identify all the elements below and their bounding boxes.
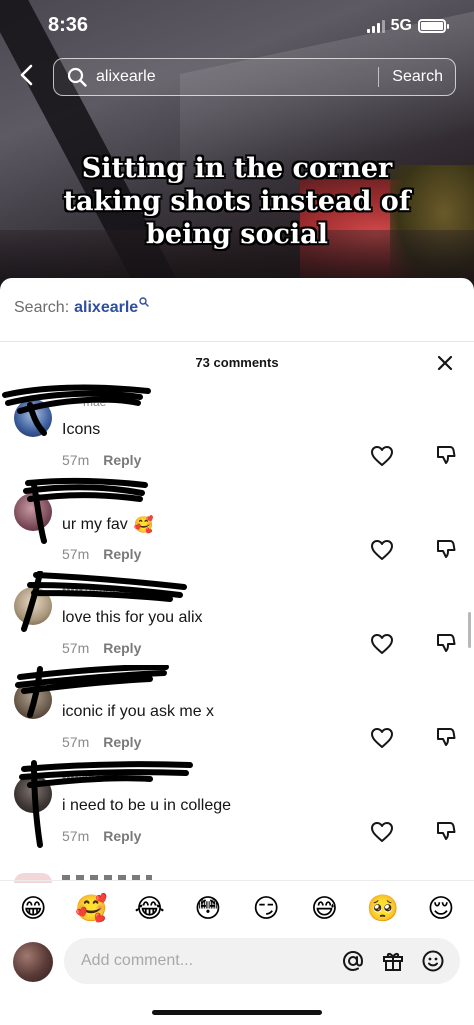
emoji-icon[interactable] — [420, 948, 446, 974]
avatar[interactable] — [13, 942, 53, 982]
comment-username[interactable]: •••••mae — [62, 395, 172, 409]
emoji-sweat-smile[interactable]: 😅 — [304, 894, 344, 924]
comment-body: i need to be u in college — [62, 797, 232, 814]
avatar[interactable] — [14, 587, 52, 625]
comment-time: 57m — [62, 452, 90, 468]
avatar[interactable] — [14, 775, 52, 813]
avatar[interactable] — [14, 493, 52, 531]
search-bar[interactable]: alixearle Search — [53, 58, 456, 96]
close-icon[interactable] — [436, 354, 454, 372]
reply-button[interactable]: Reply — [103, 734, 141, 750]
search-query[interactable]: alixearle — [96, 68, 378, 86]
comment-time: 57m — [62, 546, 90, 562]
comment-body: ur my fav — [62, 516, 128, 533]
emoji-smirk[interactable]: 😏 — [246, 894, 286, 924]
thumbs-down-icon[interactable] — [435, 820, 457, 842]
comments-count: 73 comments — [195, 355, 279, 370]
thumbs-down-icon[interactable] — [435, 632, 457, 654]
status-time: 8:36 — [48, 14, 89, 36]
reply-button[interactable]: Reply — [103, 546, 141, 562]
comments-list[interactable]: •••••mae Icons 57m Reply ••••• ur my fav — [0, 383, 474, 878]
thumbs-down-icon[interactable] — [435, 444, 457, 466]
comment-emoji: 🥰 — [133, 517, 154, 534]
thumbs-down-icon[interactable] — [435, 538, 457, 560]
comment-meta: 57m Reply — [62, 452, 141, 468]
status-indicators: 5G — [366, 17, 449, 35]
comment-body: Icons — [62, 421, 101, 438]
comment-username[interactable]: •••••zemder — [62, 583, 172, 597]
comment-item: ••••• ur my fav 🥰 57m Reply — [0, 477, 474, 571]
avatar[interactable] — [14, 681, 52, 719]
heart-icon[interactable] — [370, 539, 394, 561]
comment-input[interactable]: Add comment... — [64, 938, 460, 984]
related-search[interactable]: Search: alixearle — [14, 297, 149, 317]
reply-button[interactable]: Reply — [103, 452, 141, 468]
emoji-flushed[interactable]: 😳 — [188, 894, 228, 924]
at-icon[interactable] — [340, 948, 366, 974]
comment-time: 57m — [62, 734, 90, 750]
emoji-relieved[interactable]: 😌 — [421, 894, 461, 924]
thumbs-down-icon[interactable] — [435, 726, 457, 748]
comment-body: iconic if you ask me x — [62, 703, 215, 720]
emoji-pleading[interactable]: 🥺 — [363, 894, 403, 924]
reply-button[interactable]: Reply — [103, 828, 141, 844]
home-indicator[interactable] — [152, 1010, 322, 1015]
related-search-prefix: Search: — [14, 299, 70, 316]
heart-icon[interactable] — [370, 727, 394, 749]
emoji-grin[interactable]: 😁 — [13, 894, 53, 924]
related-search-term[interactable]: alixearle — [74, 299, 138, 317]
comment-time: 57m — [62, 828, 90, 844]
quick-emoji-bar: 😁 🥰 😂 😳 😏 😅 🥺 😌 — [0, 880, 474, 936]
comment-body: love this for you alix — [62, 609, 203, 626]
signal-icon — [366, 19, 385, 33]
heart-icon[interactable] — [370, 445, 394, 467]
reply-button[interactable]: Reply — [103, 640, 141, 656]
heart-icon[interactable] — [370, 821, 394, 843]
gift-icon[interactable] — [380, 948, 406, 974]
search-icon — [139, 297, 149, 307]
comment-item: •••••zemder love this for you alix 57m R… — [0, 571, 474, 665]
comment-time: 57m — [62, 640, 90, 656]
comment-input-placeholder[interactable]: Add comment... — [81, 952, 340, 970]
video-caption: Sitting in the corner taking shots inste… — [63, 153, 411, 250]
divider — [0, 341, 474, 342]
emoji-smiling-hearts[interactable]: 🥰 — [71, 894, 111, 924]
comment-item: ••••iana i need to be u in college 57m R… — [0, 759, 474, 853]
comment-text: Icons — [62, 421, 100, 439]
comment-meta: 57m Reply — [62, 828, 141, 844]
comment-meta: 57m Reply — [62, 734, 141, 750]
heart-icon[interactable] — [370, 633, 394, 655]
search-icon — [67, 67, 87, 87]
comment-text: love this for you alix — [62, 609, 203, 627]
battery-icon — [418, 19, 449, 33]
comment-text: i need to be u in college — [62, 797, 231, 815]
comment-username[interactable]: ••••• — [62, 677, 172, 691]
comment-meta: 57m Reply — [62, 546, 141, 562]
scrollbar[interactable] — [468, 612, 471, 648]
search-button[interactable]: Search — [379, 68, 455, 86]
comment-meta: 57m Reply — [62, 640, 141, 656]
comment-username[interactable]: ••••• — [62, 489, 172, 503]
comment-item: ••••• iconic if you ask me x 57m Reply — [0, 665, 474, 759]
comment-composer: Add comment... — [0, 938, 474, 988]
comment-username[interactable]: ••••iana — [62, 771, 172, 785]
chevron-left-icon[interactable] — [14, 62, 40, 88]
comment-item: •••••mae Icons 57m Reply — [0, 383, 474, 477]
comment-text: ur my fav 🥰 — [62, 515, 154, 535]
avatar[interactable] — [14, 399, 52, 437]
network-label: 5G — [390, 17, 412, 34]
comment-text: iconic if you ask me x — [62, 703, 214, 721]
emoji-tears-of-joy[interactable]: 😂 — [130, 894, 170, 924]
